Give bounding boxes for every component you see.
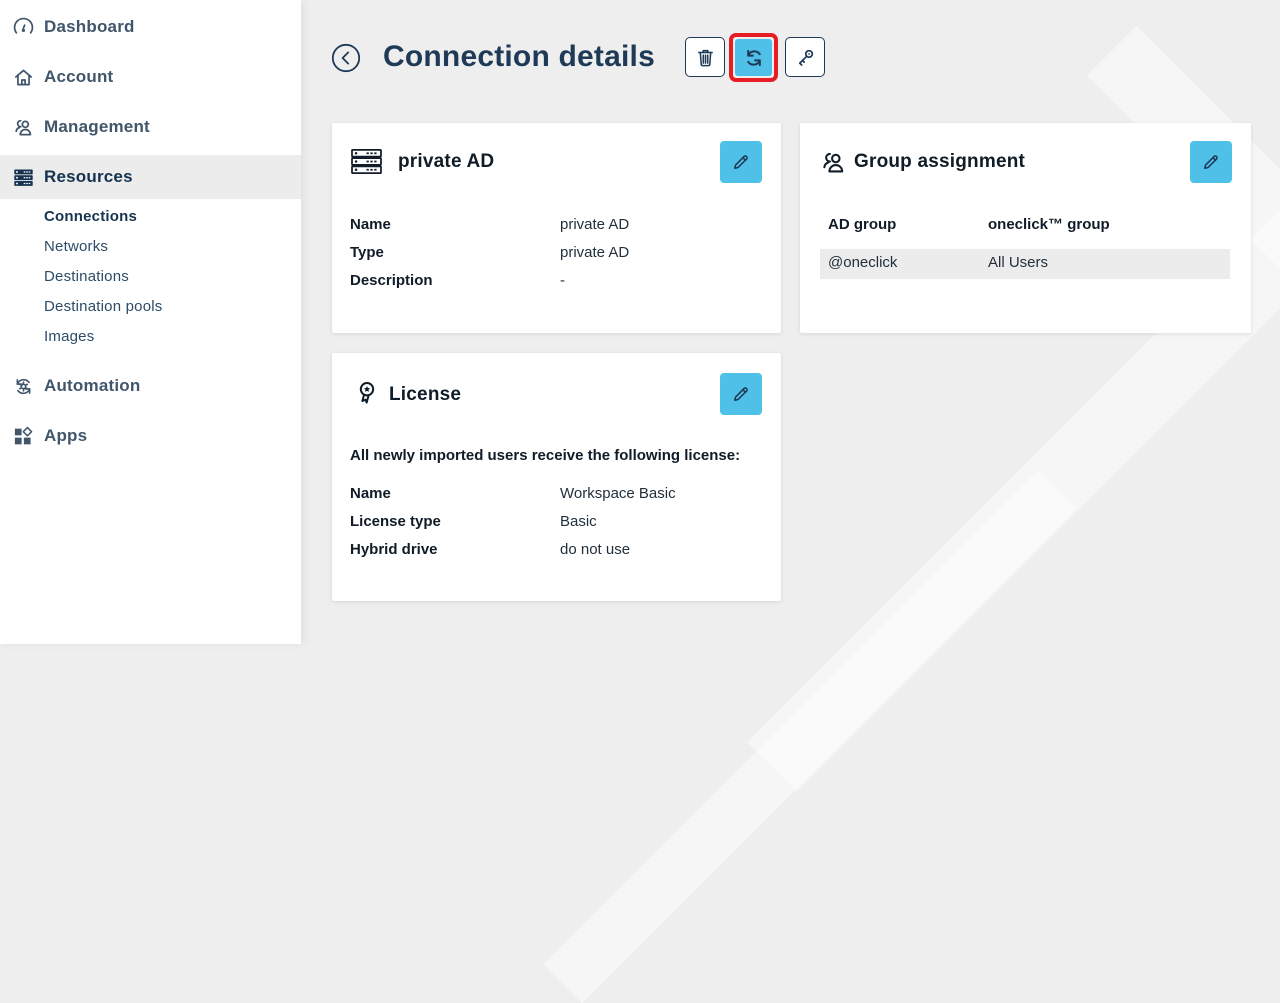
sidebar-item-automation[interactable]: Automation bbox=[0, 371, 301, 401]
sidebar-item-label: Resources bbox=[44, 167, 133, 187]
sidebar: Dashboard Account Management bbox=[0, 0, 301, 644]
field-label: Type bbox=[350, 244, 384, 261]
sidebar-item-label: Apps bbox=[44, 426, 87, 446]
edit-license-button[interactable] bbox=[720, 373, 762, 415]
chevron-left-circle-icon bbox=[331, 43, 361, 73]
edit-group-assignment-button[interactable] bbox=[1190, 141, 1232, 183]
field-label: Name bbox=[350, 216, 391, 233]
connection-card: private AD Name private AD Type private … bbox=[332, 123, 781, 333]
sidebar-item-label: Management bbox=[44, 117, 150, 137]
delete-button[interactable] bbox=[685, 37, 725, 77]
table-cell: @oneclick bbox=[828, 254, 897, 271]
column-header: AD group bbox=[828, 216, 896, 233]
award-ribbon-icon bbox=[353, 379, 381, 407]
page-title: Connection details bbox=[383, 40, 655, 74]
server-rack-icon bbox=[350, 147, 383, 176]
sidebar-item-label: Automation bbox=[44, 376, 140, 396]
card-title: private AD bbox=[398, 151, 494, 173]
field-label: Hybrid drive bbox=[350, 541, 438, 558]
field-label: Name bbox=[350, 485, 391, 502]
home-icon bbox=[12, 66, 35, 89]
field-value: private AD bbox=[560, 216, 629, 233]
apps-grid-icon bbox=[12, 425, 35, 448]
back-button[interactable] bbox=[331, 43, 361, 73]
sidebar-item-management[interactable]: Management bbox=[0, 112, 301, 142]
sidebar-item-destination-pools[interactable]: Destination pools bbox=[44, 295, 162, 319]
sidebar-item-networks[interactable]: Networks bbox=[44, 235, 108, 259]
card-title: Group assignment bbox=[854, 151, 1025, 173]
trash-icon bbox=[694, 46, 717, 69]
sync-arrows-icon bbox=[742, 46, 766, 70]
field-label: License type bbox=[350, 513, 441, 530]
sync-gear-icon bbox=[12, 375, 35, 398]
field-value: Basic bbox=[560, 513, 597, 530]
group-assignment-card: Group assignment AD group oneclick™ grou… bbox=[800, 123, 1251, 333]
column-header: oneclick™ group bbox=[988, 216, 1110, 233]
pencil-icon bbox=[730, 151, 752, 173]
sidebar-item-dashboard[interactable]: Dashboard bbox=[0, 12, 301, 42]
sidebar-item-account[interactable]: Account bbox=[0, 62, 301, 92]
field-value: private AD bbox=[560, 244, 629, 261]
key-icon bbox=[794, 46, 817, 69]
pencil-icon bbox=[1200, 151, 1222, 173]
field-value: - bbox=[560, 272, 565, 289]
pencil-icon bbox=[730, 383, 752, 405]
refresh-button[interactable] bbox=[735, 39, 772, 76]
field-value: do not use bbox=[560, 541, 630, 558]
sidebar-item-images[interactable]: Images bbox=[44, 325, 94, 349]
table-cell: All Users bbox=[988, 254, 1048, 271]
speedometer-icon bbox=[12, 16, 35, 39]
users-icon bbox=[12, 116, 35, 139]
edit-connection-button[interactable] bbox=[720, 141, 762, 183]
users-icon bbox=[819, 148, 848, 177]
server-rack-icon bbox=[12, 166, 35, 189]
credentials-button[interactable] bbox=[785, 37, 825, 77]
sidebar-item-resources[interactable]: Resources bbox=[0, 162, 301, 192]
table-row: @oneclick All Users bbox=[820, 249, 1230, 279]
sidebar-item-destinations[interactable]: Destinations bbox=[44, 265, 129, 289]
highlight-box bbox=[729, 33, 778, 82]
field-label: Description bbox=[350, 272, 433, 289]
license-note: All newly imported users receive the fol… bbox=[350, 447, 740, 464]
sidebar-item-label: Account bbox=[44, 67, 113, 87]
sidebar-item-label: Dashboard bbox=[44, 17, 135, 37]
card-title: License bbox=[389, 384, 461, 406]
field-value: Workspace Basic bbox=[560, 485, 676, 502]
sidebar-item-connections[interactable]: Connections bbox=[44, 205, 137, 229]
sidebar-item-apps[interactable]: Apps bbox=[0, 421, 301, 451]
license-card: License All newly imported users receive… bbox=[332, 353, 781, 601]
